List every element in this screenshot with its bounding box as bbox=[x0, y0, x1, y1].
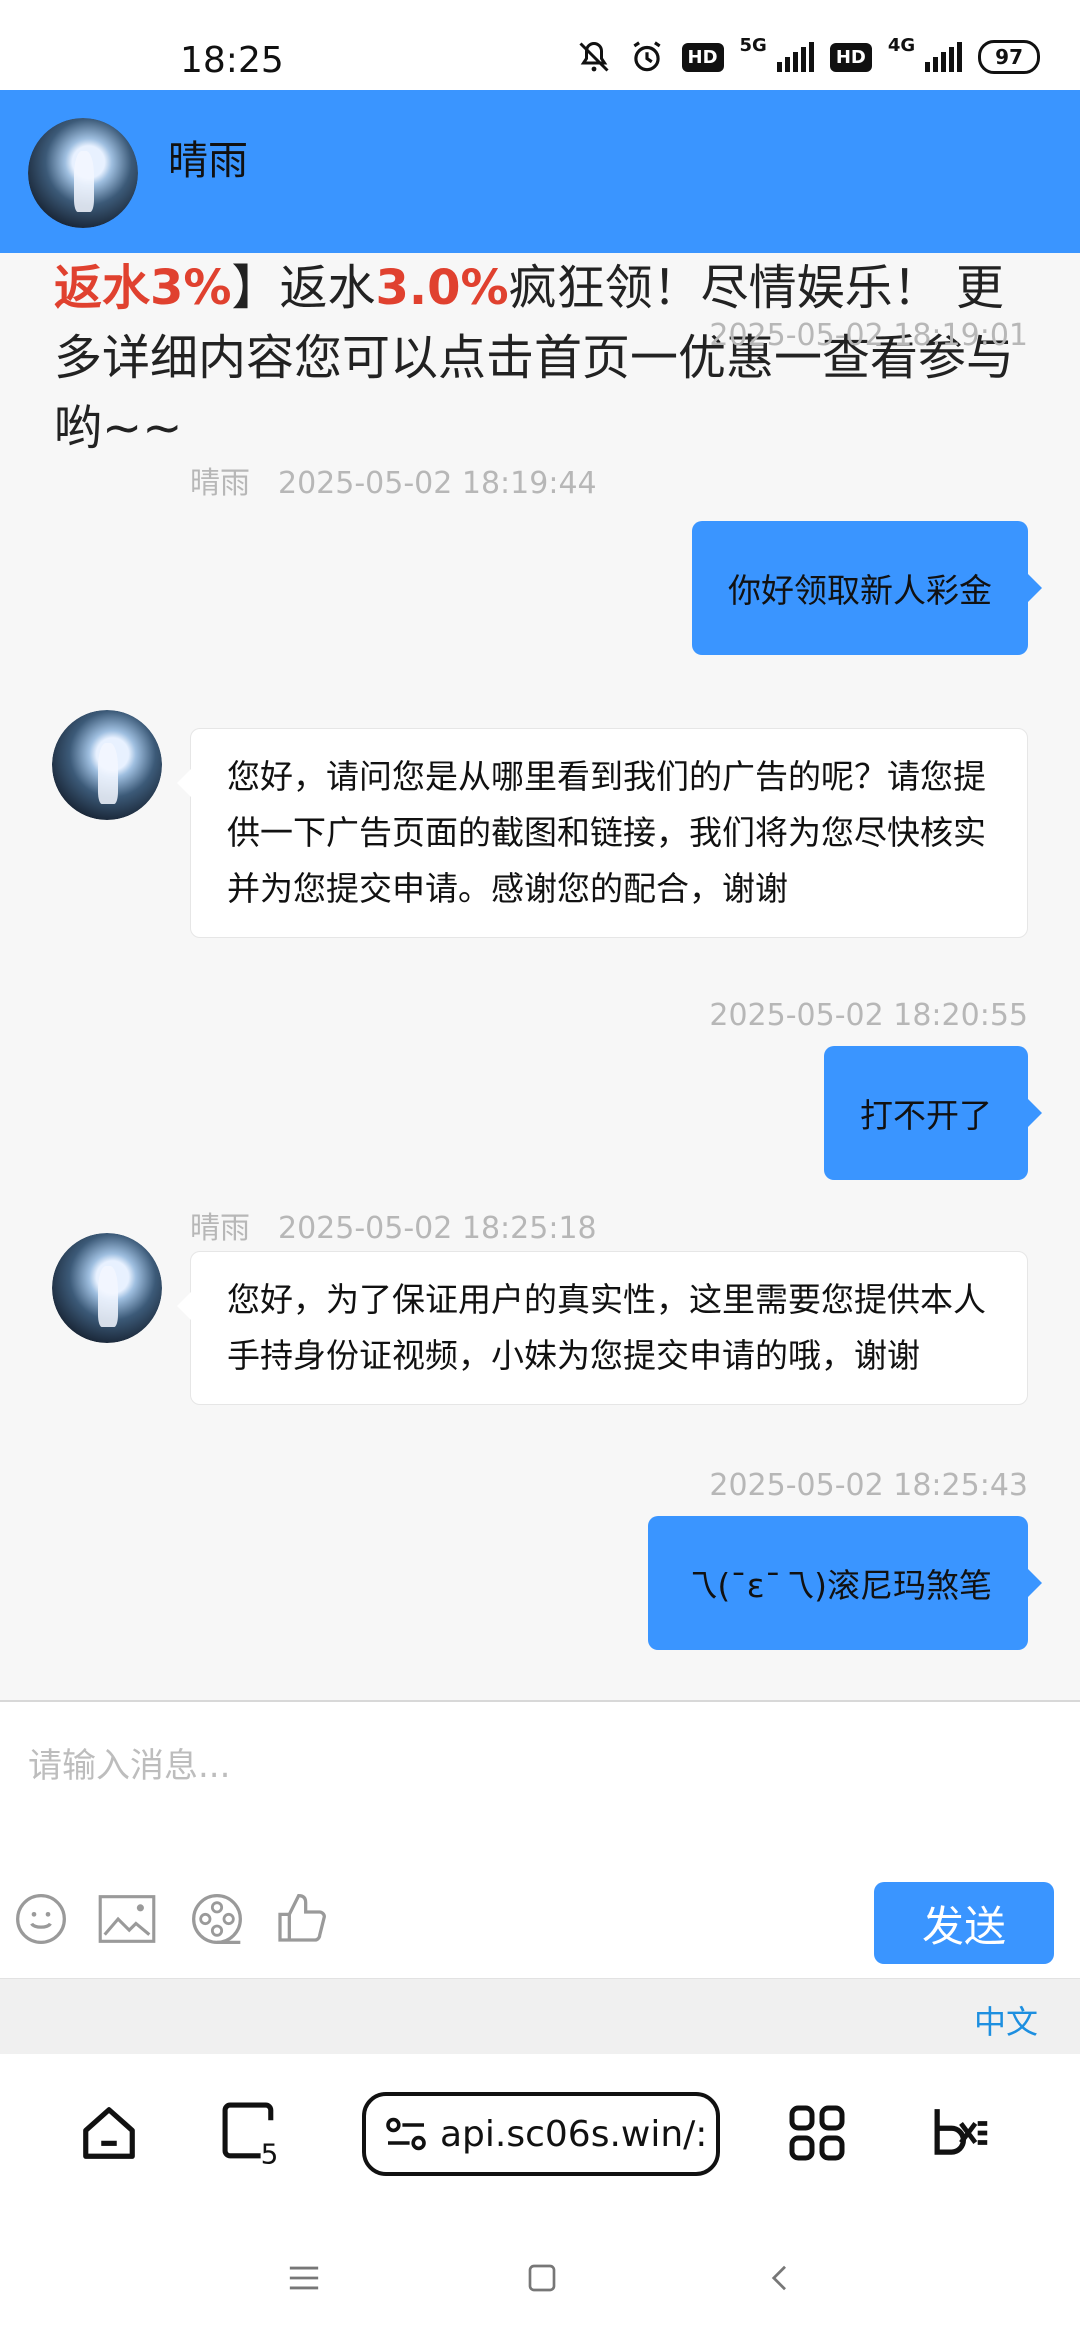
message-text: 你好领取新人彩金 bbox=[728, 571, 992, 610]
menu-icon[interactable] bbox=[926, 2098, 996, 2168]
language-toggle[interactable]: 中文 bbox=[974, 1997, 1038, 2043]
status-time: 18:25 bbox=[180, 40, 284, 81]
back-icon[interactable] bbox=[760, 2258, 800, 2298]
incoming-message-bubble[interactable]: 您好，为了保证用户的真实性，这里需要您提供本人手持身份证视频，小妹为您提交申请的… bbox=[177, 1251, 1028, 1405]
outgoing-message-bubble[interactable]: 打不开了 bbox=[824, 1046, 1042, 1180]
message-timestamp: 2025-05-02 18:19:44 bbox=[278, 466, 597, 501]
status-bar: 18:25 HD 5G HD 4G 97 bbox=[0, 0, 1080, 90]
message-text: 您好，请问您是从哪里看到我们的广告的呢？请您提供一下广告页面的截图和链接，我们将… bbox=[227, 757, 986, 908]
url-text: api.sc06s.win/: bbox=[440, 2113, 708, 2155]
address-bar[interactable]: api.sc06s.win/: bbox=[362, 2092, 720, 2176]
network-5g-label: 5G bbox=[739, 34, 767, 56]
home-button-icon[interactable] bbox=[522, 2258, 562, 2298]
network-4g-label: 4G bbox=[887, 34, 916, 56]
message-text: 打不开了 bbox=[860, 1096, 992, 1135]
tabs-icon[interactable]: 5 bbox=[218, 2098, 288, 2168]
message-timestamp: 2025-05-02 18:25:43 bbox=[709, 1468, 1028, 1503]
apps-grid-icon[interactable] bbox=[782, 2098, 852, 2168]
message-timestamp: 2025-05-02 18:25:18 bbox=[278, 1211, 597, 1246]
previous-message-text: 返水3%】返水3.0%疯狂领！尽情娱乐！ 更多详细内容您可以点击首页一优惠一查看… bbox=[54, 253, 1044, 463]
status-icons: HD 5G HD 4G 97 bbox=[576, 34, 1040, 76]
chat-messages[interactable]: 返水3%】返水3.0%疯狂领！尽情娱乐！ 更多详细内容您可以点击首页一优惠一查看… bbox=[0, 253, 1080, 1700]
rebate-text: 】返水 bbox=[231, 260, 376, 316]
message-meta: 晴雨 2025-05-02 18:19:44 bbox=[190, 458, 597, 502]
bell-muted-icon bbox=[576, 39, 612, 75]
outgoing-message-bubble[interactable]: 乁(ˉεˉ乁)滚尼玛煞笔 bbox=[648, 1516, 1042, 1650]
browser-toolbar: 5 api.sc06s.win/: bbox=[0, 2054, 1080, 2218]
emoji-icon[interactable] bbox=[12, 1890, 70, 1948]
rebate-highlight-2: 3.0% bbox=[375, 260, 509, 316]
signal-bars-icon-2 bbox=[925, 42, 963, 72]
hd-badge-2: HD bbox=[829, 42, 872, 72]
sender-avatar[interactable] bbox=[52, 1233, 162, 1343]
outgoing-message-bubble[interactable]: 你好领取新人彩金 bbox=[692, 521, 1042, 655]
message-text: 乁(ˉεˉ乁)滚尼玛煞笔 bbox=[684, 1566, 992, 1605]
message-text: 您好，为了保证用户的真实性，这里需要您提供本人手持身份证视频，小妹为您提交申请的… bbox=[227, 1280, 986, 1375]
signal-bars-icon bbox=[776, 42, 814, 72]
contact-avatar[interactable] bbox=[28, 118, 138, 228]
contact-name: 晴雨 bbox=[168, 138, 248, 184]
chat-header: 晴雨 bbox=[0, 90, 1080, 253]
recent-apps-icon[interactable] bbox=[284, 2258, 324, 2298]
message-meta: 晴雨 2025-05-02 18:25:18 bbox=[190, 1203, 597, 1247]
sender-avatar[interactable] bbox=[52, 710, 162, 820]
hd-badge: HD bbox=[681, 42, 724, 72]
message-timestamp: 2025-05-02 18:19:01 bbox=[709, 318, 1028, 353]
language-bar: 中文 bbox=[0, 1978, 1080, 2054]
message-timestamp: 2025-05-02 18:20:55 bbox=[709, 998, 1028, 1033]
home-icon[interactable] bbox=[74, 2098, 144, 2168]
thumbs-up-icon[interactable] bbox=[272, 1890, 330, 1948]
site-settings-icon[interactable] bbox=[384, 2116, 428, 2152]
tab-count: 5 bbox=[261, 2137, 279, 2166]
film-reel-icon[interactable] bbox=[188, 1890, 246, 1948]
image-icon[interactable] bbox=[98, 1890, 156, 1948]
send-button[interactable]: 发送 bbox=[874, 1882, 1054, 1964]
rebate-highlight: 返水3% bbox=[54, 260, 232, 316]
message-input[interactable] bbox=[28, 1726, 1048, 1806]
system-navigation-bar bbox=[0, 2218, 1080, 2340]
incoming-message-bubble[interactable]: 您好，请问您是从哪里看到我们的广告的呢？请您提供一下广告页面的截图和链接，我们将… bbox=[177, 728, 1028, 938]
sender-name: 晴雨 bbox=[190, 1211, 250, 1246]
alarm-icon bbox=[628, 38, 666, 76]
message-composer: 发送 bbox=[0, 1700, 1080, 1978]
battery-indicator: 97 bbox=[978, 40, 1040, 74]
sender-name: 晴雨 bbox=[190, 466, 250, 501]
